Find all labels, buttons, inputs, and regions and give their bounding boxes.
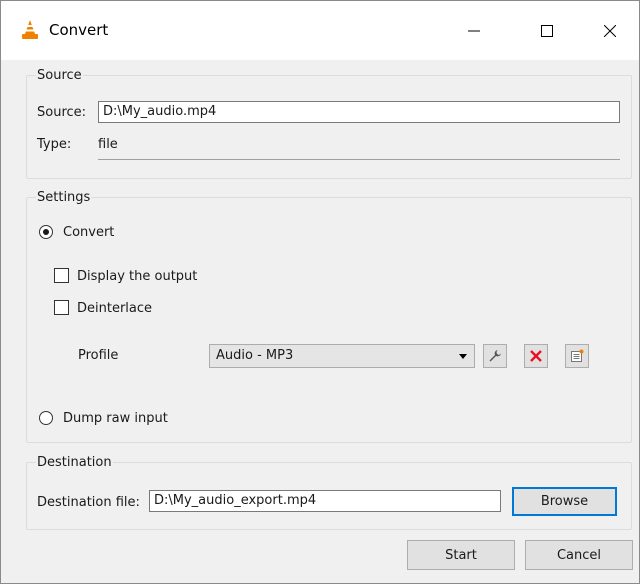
display-output-checkbox[interactable] — [54, 268, 69, 283]
source-label: Source: — [37, 105, 87, 120]
close-button[interactable] — [581, 1, 639, 60]
wrench-icon — [489, 350, 501, 362]
start-button[interactable]: Start — [407, 540, 515, 570]
start-button-label: Start — [445, 547, 477, 563]
type-value: file — [98, 137, 118, 152]
source-group-title: Source — [36, 68, 83, 83]
convert-radio[interactable] — [39, 225, 53, 239]
window-title: Convert — [49, 21, 109, 39]
convert-dialog: Convert Source Source: D:\My_audio.mp4 T… — [0, 0, 640, 584]
dump-raw-label[interactable]: Dump raw input — [63, 411, 168, 426]
destination-group-title: Destination — [36, 455, 113, 470]
new-profile-icon — [571, 349, 584, 362]
convert-radio-label[interactable]: Convert — [63, 225, 114, 240]
title-bar[interactable]: Convert — [1, 1, 639, 60]
cancel-button-label: Cancel — [556, 547, 602, 563]
source-group: Source — [26, 68, 632, 179]
new-profile-button[interactable] — [565, 344, 589, 368]
browse-button[interactable]: Browse — [512, 487, 617, 516]
destination-file-label: Destination file: — [37, 495, 140, 510]
chevron-down-icon — [459, 354, 467, 359]
edit-profile-button[interactable] — [483, 344, 507, 368]
maximize-button[interactable] — [518, 1, 576, 60]
profile-select[interactable]: Audio - MP3 — [209, 344, 475, 368]
profile-select-value: Audio - MP3 — [216, 348, 294, 363]
minimize-icon — [468, 30, 480, 31]
display-output-label[interactable]: Display the output — [77, 269, 197, 284]
maximize-icon — [541, 24, 553, 37]
radio-selected-dot — [43, 229, 49, 235]
type-label: Type: — [37, 137, 72, 152]
delete-profile-button[interactable] — [524, 344, 548, 368]
settings-group-title: Settings — [36, 190, 92, 205]
deinterlace-label[interactable]: Deinterlace — [77, 301, 152, 316]
browse-button-label: Browse — [540, 494, 589, 509]
close-icon — [604, 24, 616, 37]
cancel-button[interactable]: Cancel — [525, 540, 633, 570]
dump-raw-radio[interactable] — [39, 411, 53, 425]
settings-group: Settings — [26, 190, 632, 443]
vlc-cone-icon — [22, 20, 38, 39]
deinterlace-checkbox[interactable] — [54, 300, 69, 315]
source-input[interactable]: D:\My_audio.mp4 — [98, 101, 620, 123]
minimize-button[interactable] — [445, 1, 503, 60]
delete-x-icon — [530, 350, 542, 362]
destination-file-input[interactable]: D:\My_audio_export.mp4 — [149, 490, 501, 512]
source-divider — [98, 159, 620, 160]
profile-label: Profile — [78, 348, 119, 363]
